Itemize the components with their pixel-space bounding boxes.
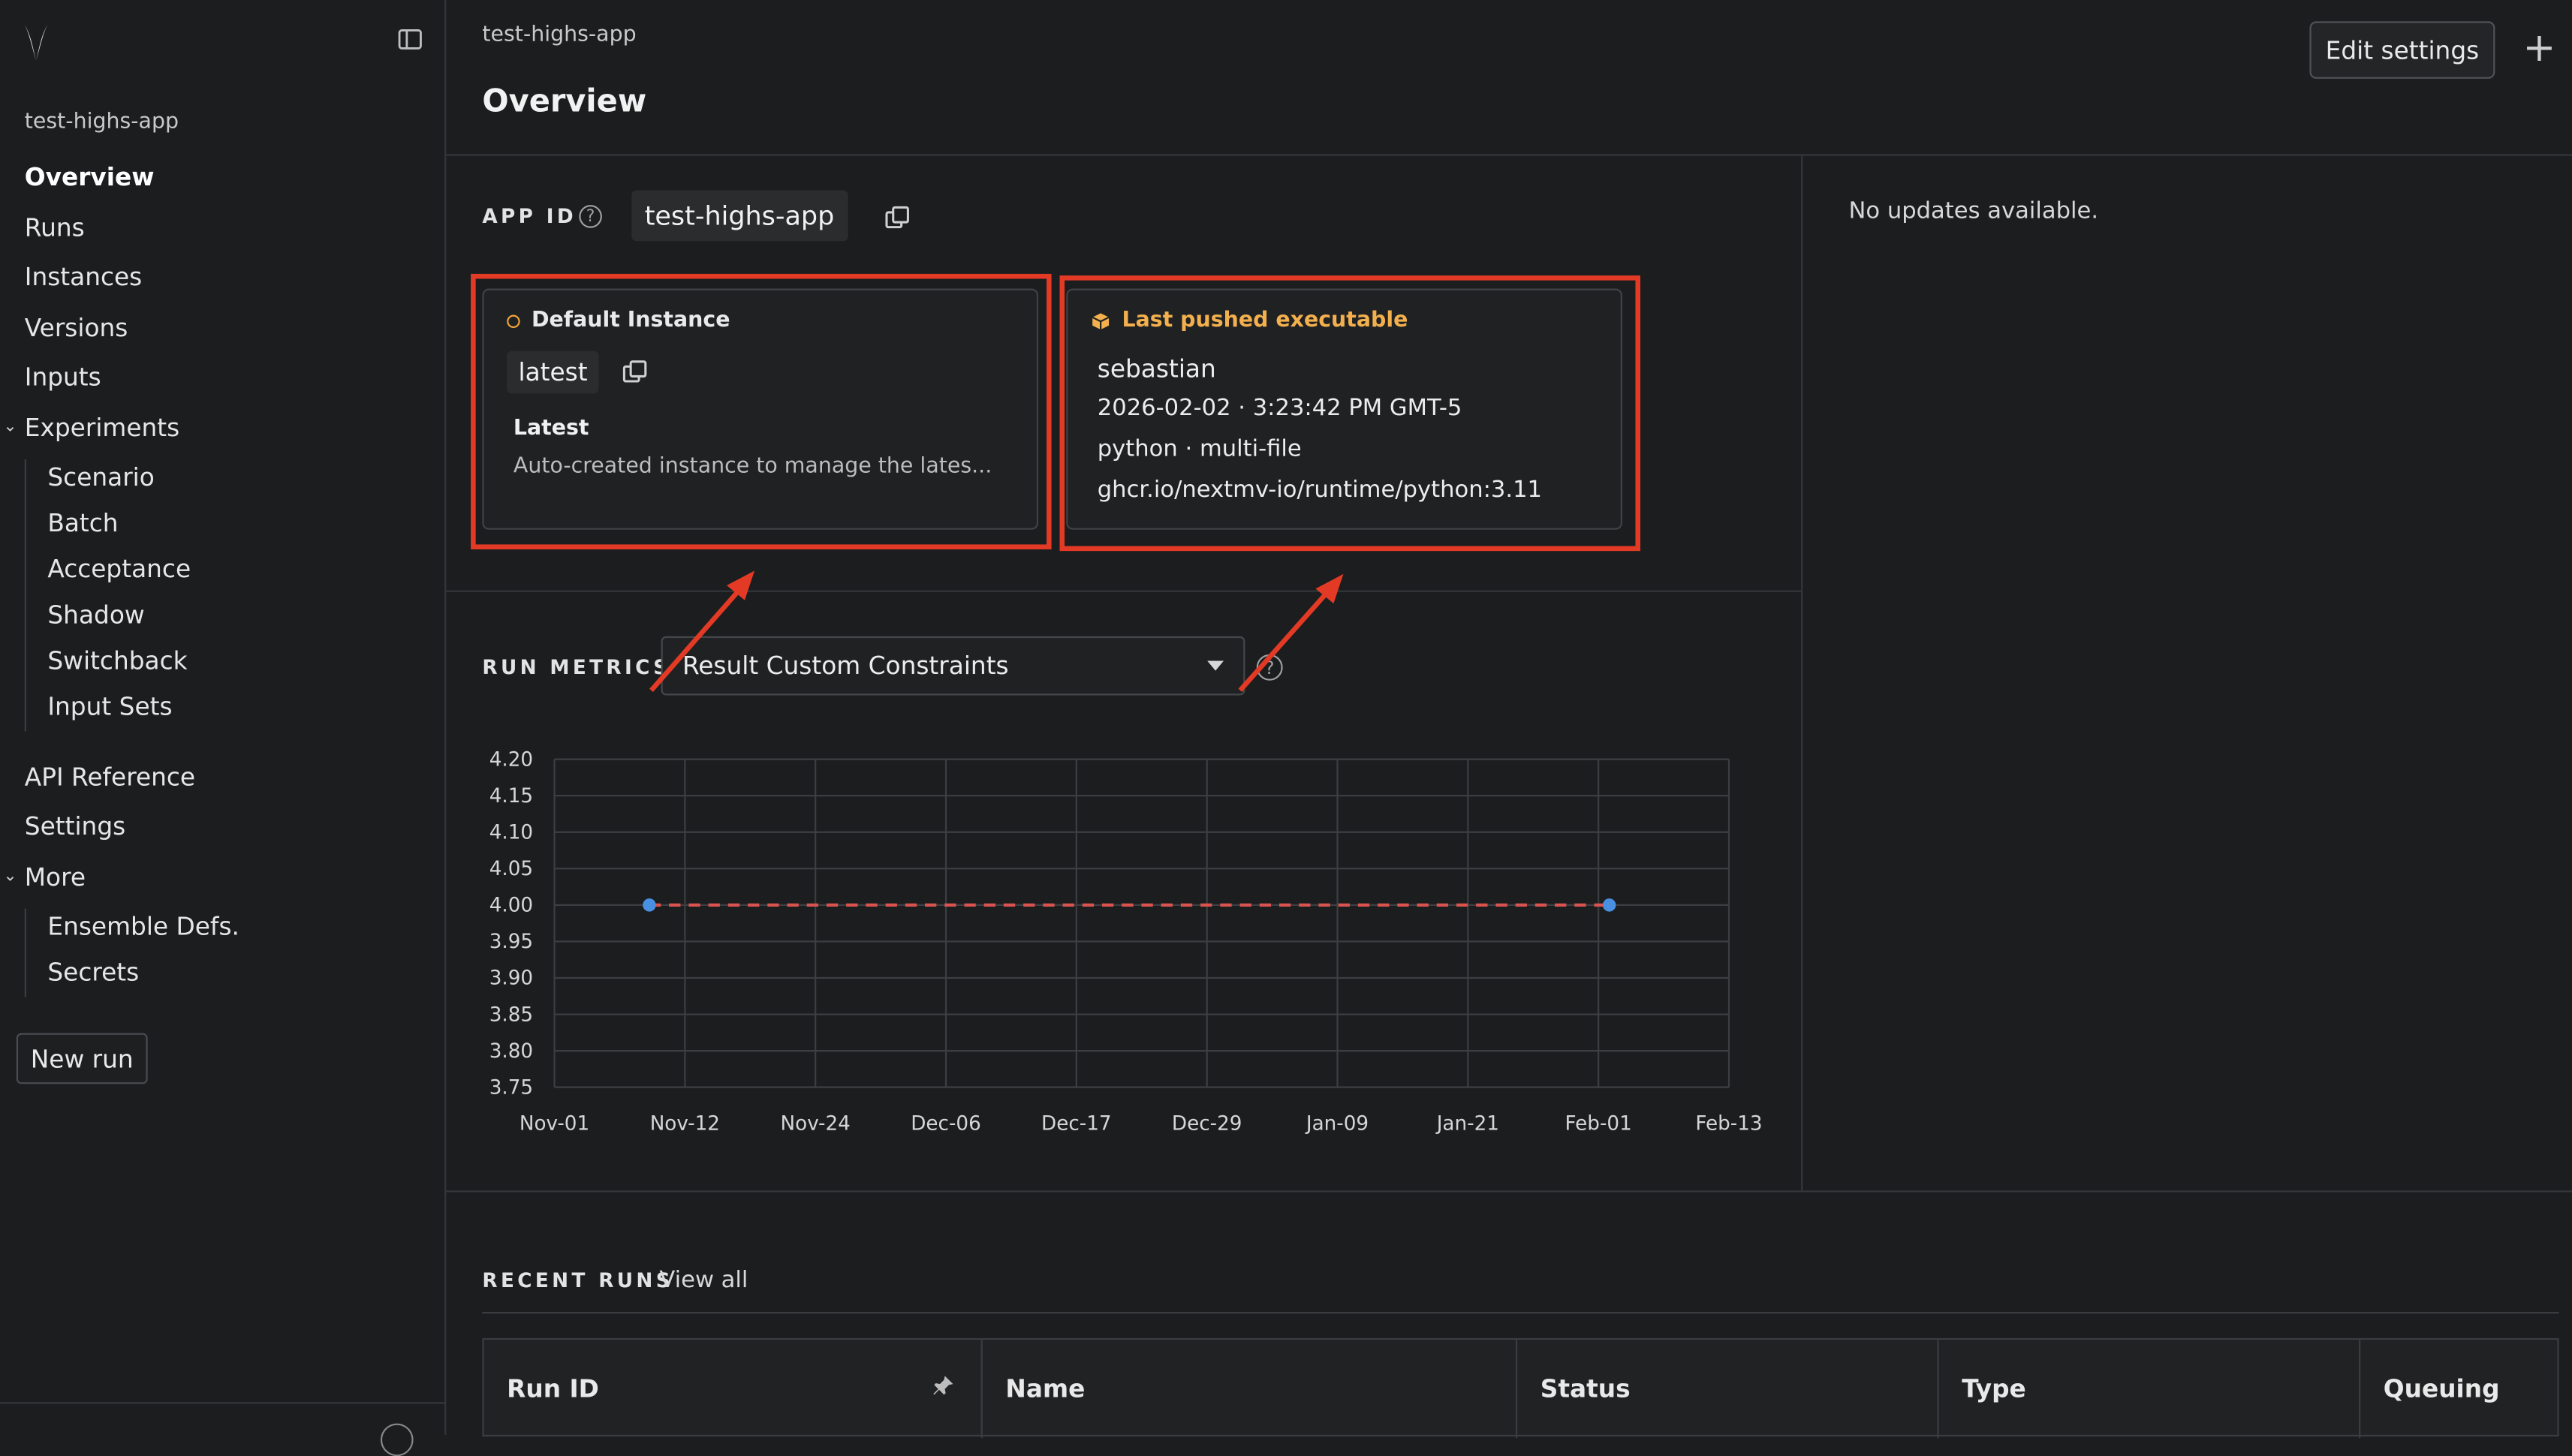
sidebar-item-batch[interactable]: Batch xyxy=(47,508,118,537)
sidebar-item-secrets[interactable]: Secrets xyxy=(47,958,139,987)
main-content: test-highs-app Overview Edit settings + … xyxy=(446,0,2572,1439)
column-header-type[interactable]: Type xyxy=(1939,1340,2361,1439)
run-metrics-chart[interactable]: 4.20 4.15 4.10 4.05 4.00 3.95 3.90 3.85 3.80 3.75… xyxy=(446,721,1801,1164)
x-tick-label: Nov-01 xyxy=(520,1112,589,1135)
sidebar-item-switchback[interactable]: Switchback xyxy=(47,646,187,675)
chart-x-axis: Nov-01 Nov-12 Nov-24 Dec-06 Dec-17 Dec-29 Jan-… xyxy=(520,1112,1763,1135)
x-tick-label: Feb-01 xyxy=(1565,1112,1632,1135)
nav-guide-line xyxy=(24,459,26,732)
sidebar-item-input-sets[interactable]: Input Sets xyxy=(47,692,172,721)
recent-runs-label: RECENT RUNS xyxy=(482,1269,674,1292)
y-tick-label: 3.95 xyxy=(489,931,533,953)
column-divider xyxy=(1801,155,1803,1191)
edit-settings-button[interactable]: Edit settings xyxy=(2309,21,2495,79)
section-divider xyxy=(446,590,1802,592)
sidebar-item-more[interactable]: More xyxy=(25,862,86,892)
app-id-label: APP ID xyxy=(482,205,577,228)
nav-guide-line xyxy=(24,908,26,997)
y-tick-label: 4.20 xyxy=(489,748,533,771)
sidebar-toggle-icon[interactable] xyxy=(397,26,423,53)
annotation-arrow xyxy=(1238,585,1334,693)
x-tick-label: Dec-17 xyxy=(1041,1112,1112,1135)
new-run-button[interactable]: New run xyxy=(16,1033,148,1084)
view-all-link[interactable]: View all xyxy=(659,1268,748,1294)
sidebar-item-experiments[interactable]: Experiments xyxy=(25,414,179,443)
question-icon[interactable]: ? xyxy=(579,205,602,228)
y-tick-label: 3.80 xyxy=(489,1040,533,1063)
chevron-down-icon[interactable]: ⌄ xyxy=(3,868,17,886)
x-tick-label: Nov-12 xyxy=(650,1112,720,1135)
data-point xyxy=(1602,898,1616,912)
sidebar-item-instances[interactable]: Instances xyxy=(25,263,143,292)
breadcrumb[interactable]: test-highs-app xyxy=(482,23,636,48)
help-icon[interactable] xyxy=(380,1423,414,1456)
section-divider xyxy=(446,1190,2572,1193)
y-tick-label: 3.85 xyxy=(489,1003,533,1026)
x-tick-label: Jan-09 xyxy=(1305,1112,1369,1135)
question-icon[interactable]: ? xyxy=(1256,654,1283,681)
copy-icon[interactable] xyxy=(884,205,911,231)
column-label: Run ID xyxy=(507,1374,599,1404)
x-tick-label: Feb-13 xyxy=(1695,1112,1762,1135)
y-tick-label: 3.90 xyxy=(489,967,533,990)
sidebar-app-name: test-highs-app xyxy=(24,110,179,135)
updates-message: No updates available. xyxy=(1848,198,2099,225)
metric-select[interactable]: Result Custom Constraints xyxy=(661,636,1245,696)
sidebar-item-shadow[interactable]: Shadow xyxy=(47,600,144,630)
nextmv-logo-icon[interactable] xyxy=(20,21,53,64)
sidebar: test-highs-app Overview Runs Instances V… xyxy=(0,0,447,1456)
header-divider xyxy=(446,154,2572,156)
sidebar-item-overview[interactable]: Overview xyxy=(25,162,155,191)
column-header-run-id[interactable]: Run ID xyxy=(484,1340,983,1439)
metric-select-value: Result Custom Constraints xyxy=(682,651,1009,681)
data-point xyxy=(643,898,656,912)
sidebar-item-scenario[interactable]: Scenario xyxy=(47,462,155,492)
y-tick-label: 4.00 xyxy=(489,895,533,917)
app-id-value: test-highs-app xyxy=(631,190,848,242)
caret-down-icon xyxy=(1207,660,1224,671)
y-tick-label: 4.05 xyxy=(489,858,533,880)
annotation-arrowhead-icon xyxy=(726,570,755,600)
x-tick-label: Dec-06 xyxy=(911,1112,981,1135)
sidebar-item-api-reference[interactable]: API Reference xyxy=(25,763,195,792)
recent-runs-table-header: Run ID Name Status Type Queuing xyxy=(482,1337,2559,1439)
annotation-highlight-box xyxy=(1059,275,1640,552)
sidebar-item-inputs[interactable]: Inputs xyxy=(25,362,101,392)
plus-icon[interactable]: + xyxy=(2523,28,2556,67)
chart-grid xyxy=(553,758,1730,1088)
run-metrics-label: RUN METRICS xyxy=(482,656,671,679)
sidebar-item-runs[interactable]: Runs xyxy=(25,213,85,242)
column-header-queuing[interactable]: Queuing xyxy=(2360,1340,2572,1438)
annotation-arrowhead-icon xyxy=(1315,573,1344,604)
y-tick-label: 4.10 xyxy=(489,822,533,844)
sidebar-footer-divider xyxy=(0,1402,445,1404)
chevron-down-icon[interactable]: ⌄ xyxy=(3,418,17,436)
sidebar-item-acceptance[interactable]: Acceptance xyxy=(47,555,191,584)
recent-runs-divider xyxy=(482,1312,2559,1314)
x-tick-label: Nov-24 xyxy=(781,1112,851,1135)
sidebar-item-versions[interactable]: Versions xyxy=(25,313,128,342)
sidebar-item-settings[interactable]: Settings xyxy=(25,812,125,841)
x-tick-label: Jan-21 xyxy=(1435,1112,1499,1135)
x-tick-label: Dec-29 xyxy=(1172,1112,1242,1135)
sidebar-item-ensemble-defs[interactable]: Ensemble Defs. xyxy=(47,912,239,941)
y-tick-label: 3.75 xyxy=(489,1076,533,1099)
annotation-highlight-box xyxy=(471,273,1052,549)
page-title: Overview xyxy=(482,83,647,120)
chart-y-axis: 4.20 4.15 4.10 4.05 4.00 3.95 3.90 3.85 3.80 3.75 xyxy=(489,748,533,1099)
y-tick-label: 4.15 xyxy=(489,785,533,808)
column-header-name[interactable]: Name xyxy=(983,1340,1518,1439)
column-header-status[interactable]: Status xyxy=(1517,1340,1939,1439)
pin-icon[interactable] xyxy=(932,1374,955,1397)
